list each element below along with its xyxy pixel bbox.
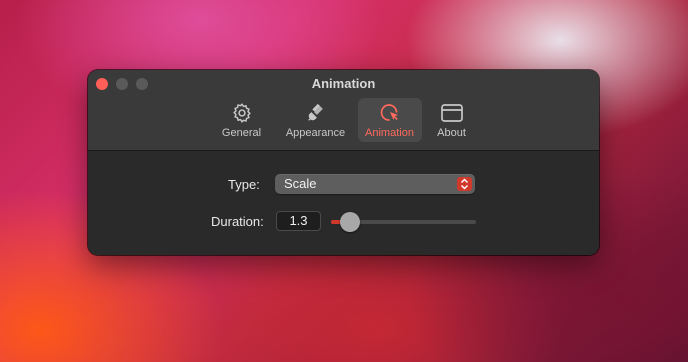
title-bar: Animation General Appearance Animation A… bbox=[88, 70, 599, 151]
tab-general[interactable]: General bbox=[210, 98, 274, 142]
window-title: Animation bbox=[311, 76, 376, 91]
cursor-click-icon bbox=[378, 101, 402, 125]
preferences-window: Animation General Appearance Animation A… bbox=[88, 70, 599, 255]
duration-field[interactable]: 1.3 bbox=[276, 211, 321, 231]
duration-slider-knob[interactable] bbox=[340, 212, 360, 232]
desktop-background: Animation General Appearance Animation A… bbox=[0, 0, 688, 362]
tab-appearance[interactable]: Appearance bbox=[278, 98, 354, 142]
animation-settings-panel: Type: Scale Duration: 1.3 bbox=[88, 151, 599, 255]
tab-animation[interactable]: Animation bbox=[357, 98, 422, 142]
window-icon bbox=[440, 101, 464, 125]
type-select-value: Scale bbox=[284, 176, 317, 191]
type-select[interactable]: Scale bbox=[275, 174, 475, 194]
tab-appearance-label: Appearance bbox=[285, 127, 346, 139]
tab-animation-label: Animation bbox=[365, 127, 414, 139]
preferences-toolbar: General Appearance Animation About bbox=[88, 98, 599, 142]
type-label: Type: bbox=[228, 177, 260, 192]
tab-about[interactable]: About bbox=[426, 98, 478, 142]
duration-slider[interactable] bbox=[331, 212, 476, 232]
updown-chevron-icon bbox=[457, 177, 472, 191]
tab-about-label: About bbox=[437, 127, 466, 139]
gear-icon bbox=[231, 101, 253, 125]
duration-label: Duration: bbox=[211, 214, 264, 229]
tab-general-label: General bbox=[221, 127, 262, 139]
paintbrush-icon bbox=[305, 101, 327, 125]
